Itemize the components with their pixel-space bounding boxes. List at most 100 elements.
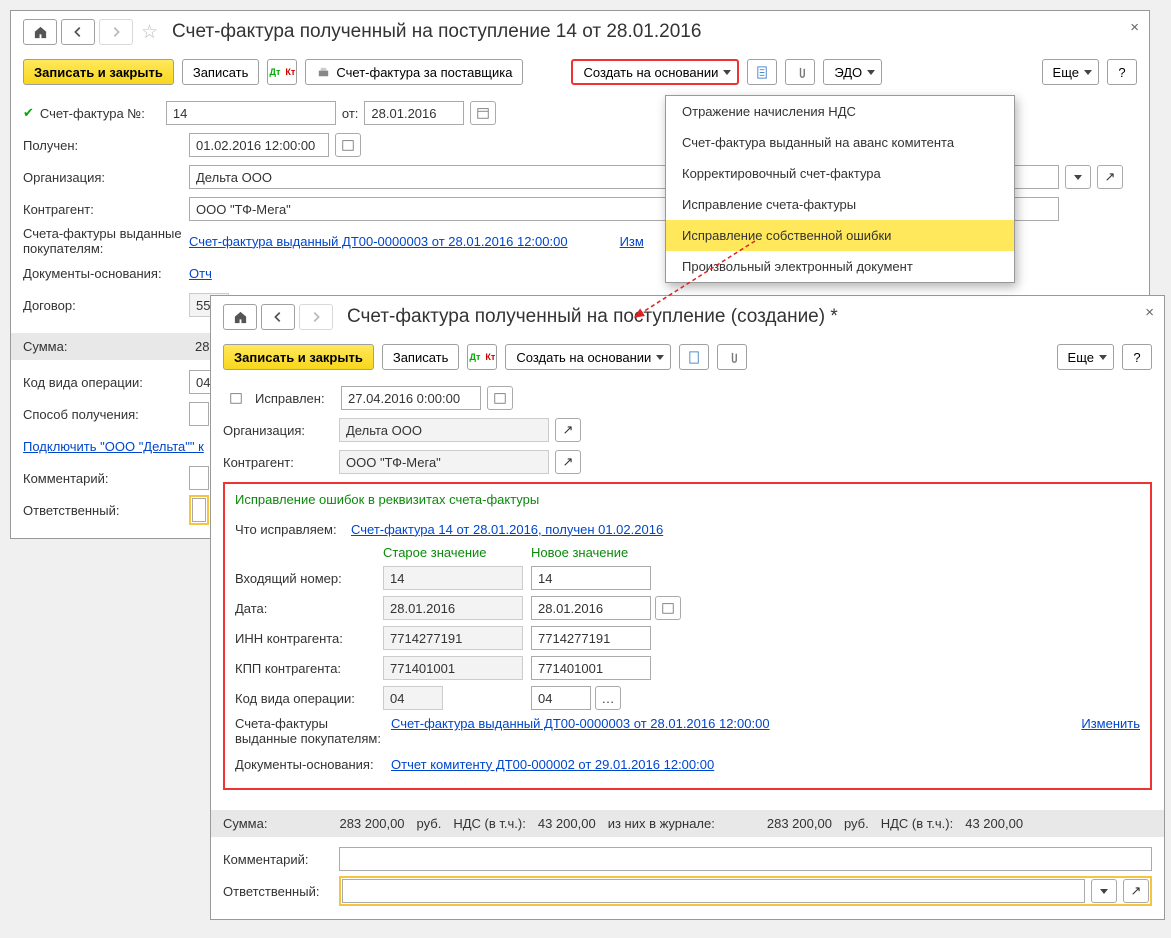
responsible-input[interactable] xyxy=(342,879,1085,903)
calendar-icon xyxy=(223,386,249,410)
comment-input[interactable] xyxy=(189,466,209,490)
save-button[interactable]: Записать xyxy=(382,344,460,370)
method-input[interactable] xyxy=(189,402,209,426)
invoice-date-input[interactable]: 28.01.2016 xyxy=(364,101,464,125)
doc-base-link[interactable]: Отч xyxy=(189,266,212,281)
close-icon[interactable]: × xyxy=(1145,304,1154,321)
menu-item[interactable]: Исправление счета-фактуры xyxy=(666,189,1014,220)
label: Счета-фактуры выданные покупателям: xyxy=(23,226,183,256)
dtkt-button[interactable]: ДтКт xyxy=(467,344,497,370)
back-button[interactable] xyxy=(61,19,95,45)
outgoing-invoice-link[interactable]: Счет-фактура выданный ДТ00-0000003 от 28… xyxy=(189,234,568,249)
menu-item[interactable]: Корректировочный счет-фактура xyxy=(666,158,1014,189)
change-link[interactable]: Изм xyxy=(620,234,644,249)
journal-nds: 43 200,00 xyxy=(965,816,1023,831)
close-icon[interactable]: × xyxy=(1130,19,1139,36)
label: Контрагент: xyxy=(23,202,183,217)
more-button[interactable]: Еще xyxy=(1042,59,1099,85)
home-button[interactable] xyxy=(23,19,57,45)
label: ИНН контрагента: xyxy=(235,631,375,646)
label: Организация: xyxy=(23,170,183,185)
journal-sum: 283 200,00 xyxy=(767,816,832,831)
calendar-icon[interactable] xyxy=(470,101,496,125)
new-inn-input[interactable]: 7714277191 xyxy=(531,626,651,650)
change-link[interactable]: Изменить xyxy=(1081,716,1140,731)
label: из них в журнале: xyxy=(608,816,715,831)
sum-value: 283 200,00 xyxy=(339,816,404,831)
connect-link[interactable]: Подключить "ООО "Дельта"" к xyxy=(23,439,204,454)
doc-base-link[interactable]: Отчет комитенту ДТ00-000002 от 29.01.201… xyxy=(391,757,714,772)
col-old: Старое значение xyxy=(383,545,523,560)
label: Входящий номер: xyxy=(235,571,375,586)
invoice-no-input[interactable]: 14 xyxy=(166,101,336,125)
attachment-button[interactable] xyxy=(785,59,815,85)
sum-value: 28 xyxy=(195,339,209,354)
label: КПП контрагента: xyxy=(235,661,375,676)
caret-down-icon xyxy=(723,70,731,75)
old-inn: 7714277191 xyxy=(383,626,523,650)
received-input[interactable]: 01.02.2016 12:00:00 xyxy=(189,133,329,157)
menu-item[interactable]: Отражение начисления НДС xyxy=(666,96,1014,127)
save-button[interactable]: Записать xyxy=(182,59,260,85)
menu-item-own-error-fix[interactable]: Исправление собственной ошибки xyxy=(666,220,1014,251)
caret-down-icon xyxy=(656,355,664,360)
attachment-button[interactable] xyxy=(717,344,747,370)
back-button[interactable] xyxy=(261,304,295,330)
label: Сумма: xyxy=(223,816,267,831)
help-button[interactable]: ? xyxy=(1107,59,1137,85)
edo-button[interactable]: ЭДО xyxy=(823,59,882,85)
document-icon-button[interactable] xyxy=(679,344,709,370)
fixed-date-input[interactable]: 27.04.2016 0:00:00 xyxy=(341,386,481,410)
outgoing-invoice-link[interactable]: Счет-фактура выданный ДТ00-0000003 от 28… xyxy=(391,716,770,731)
what-link[interactable]: Счет-фактура 14 от 28.01.2016, получен 0… xyxy=(351,522,663,537)
ellipsis-button[interactable]: … xyxy=(595,686,621,710)
label: Код вида операции: xyxy=(235,691,375,706)
dropdown-icon[interactable] xyxy=(1091,879,1117,903)
new-kpp-input[interactable]: 771401001 xyxy=(531,656,651,680)
open-icon[interactable]: ↗ xyxy=(1123,879,1149,903)
organization-input: Дельта ООО xyxy=(339,418,549,442)
menu-item[interactable]: Счет-фактура выданный на аванс комитента xyxy=(666,127,1014,158)
label: Код вида операции: xyxy=(23,375,183,390)
create-on-basis-button[interactable]: Создать на основании xyxy=(571,59,739,85)
caret-down-icon xyxy=(867,70,875,75)
label: Получен: xyxy=(23,138,183,153)
supplier-invoice-button[interactable]: Счет-фактура за поставщика xyxy=(305,59,523,85)
home-button[interactable] xyxy=(223,304,257,330)
label: Сумма: xyxy=(23,339,183,354)
save-close-button[interactable]: Записать и закрыть xyxy=(23,59,174,85)
help-button[interactable]: ? xyxy=(1122,344,1152,370)
label: Способ получения: xyxy=(23,407,183,422)
label: Договор: xyxy=(23,298,183,313)
create-on-basis-button[interactable]: Создать на основании xyxy=(505,344,671,370)
caret-down-icon xyxy=(1099,355,1107,360)
more-button[interactable]: Еще xyxy=(1057,344,1114,370)
label: Документы-основания: xyxy=(235,757,385,772)
dtkt-button[interactable]: ДтКт xyxy=(267,59,297,85)
new-no-input[interactable]: 14 xyxy=(531,566,651,590)
calendar-icon[interactable] xyxy=(335,133,361,157)
calendar-icon[interactable] xyxy=(655,596,681,620)
forward-button[interactable] xyxy=(299,304,333,330)
label: Комментарий: xyxy=(23,471,183,486)
document-icon-button[interactable] xyxy=(747,59,777,85)
label: Контрагент: xyxy=(223,455,333,470)
comment-input[interactable] xyxy=(339,847,1152,871)
window-title: Счет-фактура полученный на поступление (… xyxy=(347,306,838,328)
dropdown-icon[interactable] xyxy=(1065,165,1091,189)
save-close-button[interactable]: Записать и закрыть xyxy=(223,344,374,370)
calendar-icon[interactable] xyxy=(487,386,513,410)
old-date: 28.01.2016 xyxy=(383,596,523,620)
new-date-input[interactable]: 28.01.2016 xyxy=(531,596,651,620)
menu-item[interactable]: Произвольный электронный документ xyxy=(666,251,1014,282)
open-icon[interactable]: ↗ xyxy=(1097,165,1123,189)
responsible-input[interactable] xyxy=(192,498,206,522)
new-op-input[interactable]: 04 xyxy=(531,686,591,710)
window-title: Счет-фактура полученный на поступление 1… xyxy=(172,21,701,43)
label: Комментарий: xyxy=(223,852,333,867)
window-invoice-create: × Счет-фактура полученный на поступление… xyxy=(210,295,1165,920)
open-icon[interactable]: ↗ xyxy=(555,418,581,442)
star-icon[interactable]: ☆ xyxy=(141,21,158,44)
forward-button[interactable] xyxy=(99,19,133,45)
open-icon[interactable]: ↗ xyxy=(555,450,581,474)
